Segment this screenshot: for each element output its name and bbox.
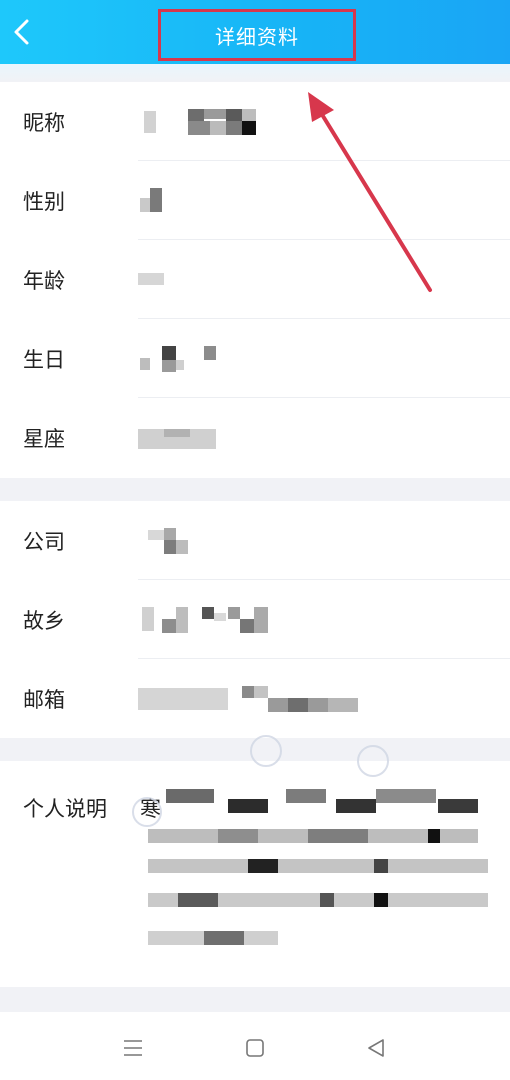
birthday-value-redacted xyxy=(138,344,228,374)
page-title: 详细资料 xyxy=(215,24,299,49)
email-row[interactable]: 邮箱 xyxy=(0,659,510,738)
description-section: 个人说明 寒 xyxy=(0,761,510,987)
menu-button[interactable] xyxy=(113,1032,153,1064)
company-value-redacted xyxy=(138,526,198,556)
zodiac-label: 星座 xyxy=(23,426,65,451)
company-row[interactable]: 公司 xyxy=(0,501,510,580)
triangle-back-icon xyxy=(368,1039,384,1057)
age-value-redacted xyxy=(138,265,168,295)
gender-value-redacted xyxy=(138,186,168,216)
system-back-button[interactable] xyxy=(356,1032,396,1064)
email-label: 邮箱 xyxy=(23,687,65,712)
home-button[interactable] xyxy=(235,1032,275,1064)
title-highlight-box: 详细资料 xyxy=(158,9,356,61)
age-row[interactable]: 年龄 xyxy=(0,240,510,319)
nickname-row[interactable]: 昵称 xyxy=(0,82,510,161)
zodiac-row[interactable]: 星座 xyxy=(0,398,510,477)
gender-label: 性别 xyxy=(23,189,65,214)
gender-row[interactable]: 性别 xyxy=(0,161,510,240)
extra-info-section: 公司 故乡 邮箱 xyxy=(0,501,510,738)
birthday-label: 生日 xyxy=(23,347,65,372)
birthday-row[interactable]: 生日 xyxy=(0,319,510,398)
system-nav-bar xyxy=(0,1012,510,1080)
nickname-value-redacted xyxy=(138,107,268,137)
touch-indicator xyxy=(250,735,282,767)
header-shadow xyxy=(0,64,510,82)
age-label: 年龄 xyxy=(23,268,65,293)
menu-icon xyxy=(124,1040,142,1056)
touch-indicator xyxy=(132,797,162,827)
zodiac-value-redacted xyxy=(138,423,228,453)
hometown-row[interactable]: 故乡 xyxy=(0,580,510,659)
back-button[interactable] xyxy=(6,14,38,50)
touch-indicator xyxy=(357,745,389,777)
home-square-icon xyxy=(246,1039,264,1057)
header-bar: 详细资料 xyxy=(0,0,510,64)
hometown-value-redacted xyxy=(138,605,278,635)
chevron-left-icon xyxy=(14,19,29,45)
company-label: 公司 xyxy=(23,529,65,554)
description-value-redacted xyxy=(138,785,498,1005)
email-value-redacted xyxy=(138,684,368,714)
description-row[interactable]: 个人说明 寒 xyxy=(0,761,510,1009)
nickname-label: 昵称 xyxy=(23,110,65,135)
hometown-label: 故乡 xyxy=(23,608,65,633)
basic-info-section: 昵称 性别 年龄 生日 星座 xyxy=(0,82,510,478)
description-label: 个人说明 xyxy=(23,797,107,821)
